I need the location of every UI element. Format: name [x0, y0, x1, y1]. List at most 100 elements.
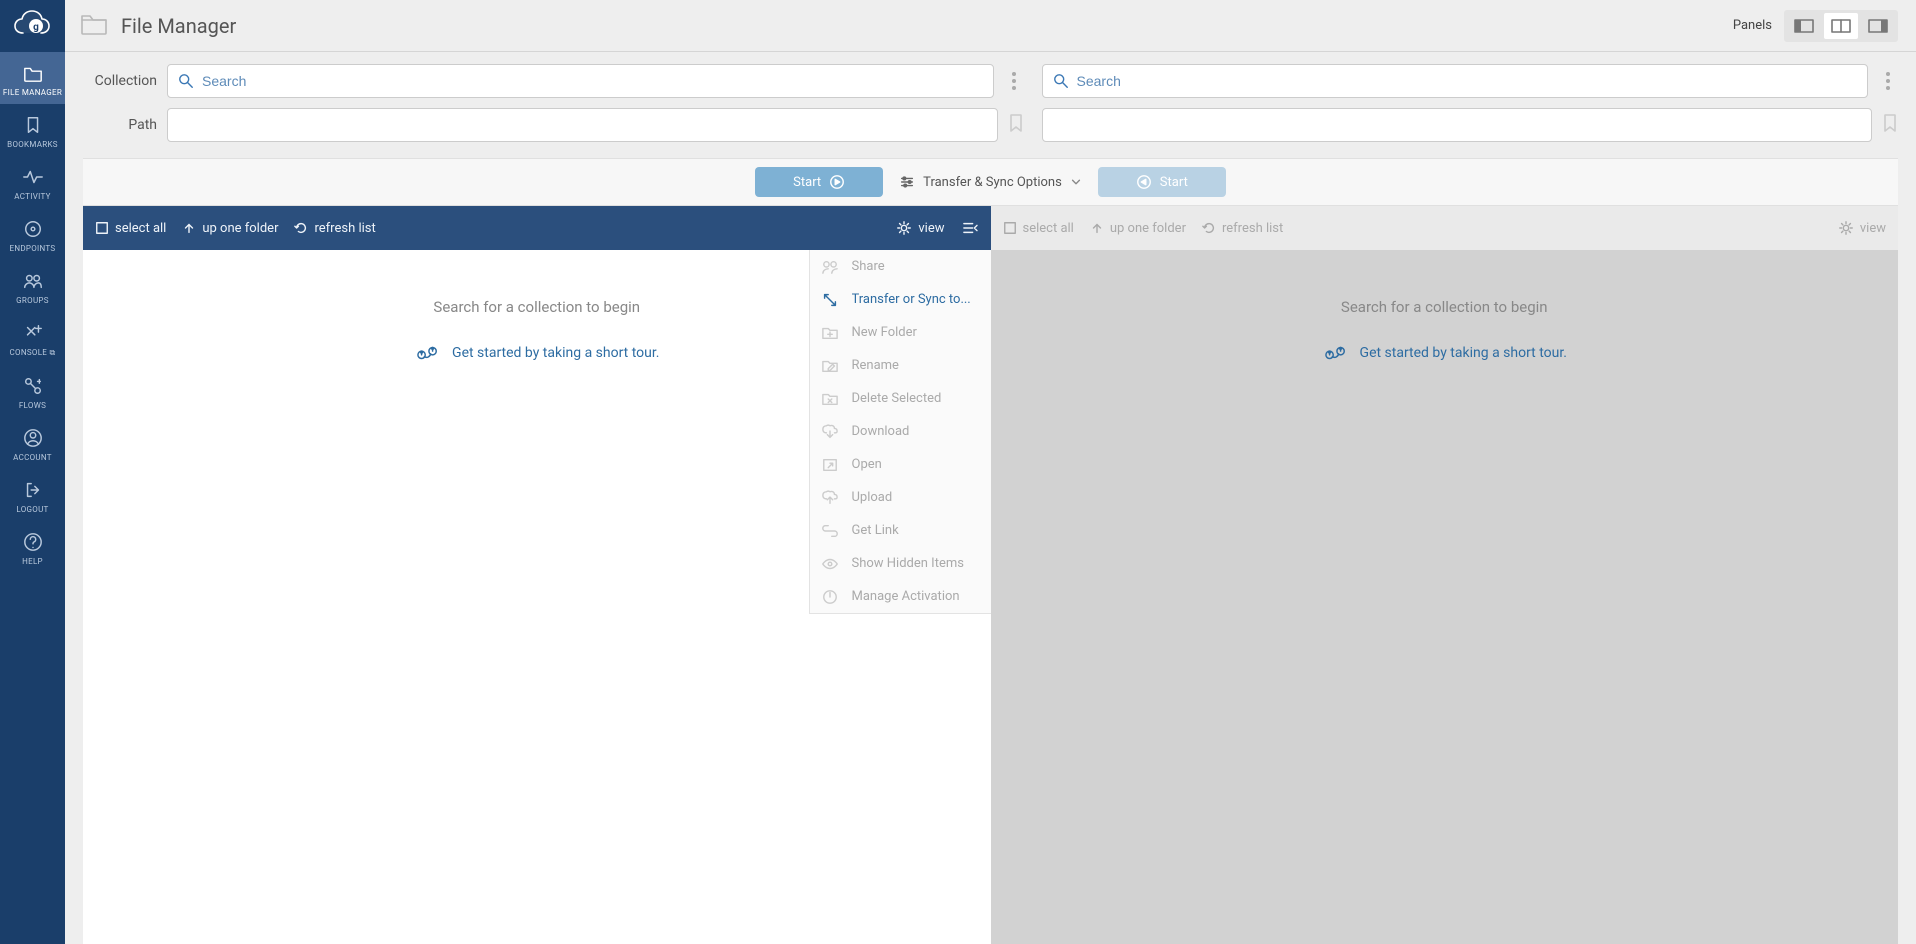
- more-menu-right[interactable]: [1878, 72, 1898, 90]
- view-options-button[interactable]: view: [896, 220, 944, 236]
- menu-delete[interactable]: Delete Selected: [810, 382, 991, 415]
- left-toolbar: select all up one folder refresh list vi…: [83, 206, 991, 250]
- menu-label: New Folder: [852, 325, 917, 340]
- console-icon: [22, 322, 44, 344]
- menu-label: Delete Selected: [852, 391, 942, 406]
- nav-bookmarks[interactable]: BOOKMARKS: [0, 104, 65, 156]
- start-label: Start: [793, 175, 821, 190]
- nav-label: LOGOUT: [16, 505, 48, 514]
- left-panel: select all up one folder refresh list vi…: [83, 206, 991, 944]
- nav-label: ACTIVITY: [14, 192, 50, 201]
- collapse-menu-button[interactable]: [961, 221, 979, 235]
- right-body: Search for a collection to begin Get sta…: [991, 250, 1899, 944]
- menu-share[interactable]: Share: [810, 250, 991, 283]
- menu-manage-activation[interactable]: Manage Activation: [810, 580, 991, 613]
- tour-label: Get started by taking a short tour.: [1360, 345, 1567, 361]
- transfer-icon: [820, 291, 840, 309]
- collection-search-input-right[interactable]: [1077, 73, 1858, 89]
- view-label: view: [918, 221, 944, 236]
- link-icon: [820, 525, 840, 537]
- nav-file-manager[interactable]: FILE MANAGER: [0, 52, 65, 104]
- bookmark-path-left[interactable]: [1008, 113, 1024, 137]
- menu-label: Upload: [852, 490, 893, 505]
- nav-label: FILE MANAGER: [3, 88, 62, 97]
- nav-label: ACCOUNT: [13, 453, 52, 462]
- select-all-label: select all: [1023, 221, 1074, 236]
- collection-search-input-left[interactable]: [202, 73, 983, 89]
- up-one-folder-button[interactable]: up one folder: [1090, 221, 1186, 236]
- panel-dual-button[interactable]: [1824, 13, 1858, 39]
- panel-toggle: [1784, 10, 1898, 42]
- app-logo: g: [0, 0, 65, 52]
- open-icon: [820, 457, 840, 473]
- nav-account[interactable]: ACCOUNT: [0, 417, 65, 469]
- nav-groups[interactable]: GROUPS: [0, 260, 65, 312]
- power-icon: [820, 589, 840, 605]
- collection-label: Collection: [83, 73, 157, 89]
- nav-label: HELP: [22, 557, 43, 566]
- nav-help[interactable]: HELP: [0, 521, 65, 573]
- panel-single-left-button[interactable]: [1787, 13, 1821, 39]
- eye-icon: [820, 557, 840, 571]
- page-header: File Manager Panels: [65, 0, 1916, 52]
- share-icon: [820, 259, 840, 275]
- right-toolbar: select all up one folder refresh list vi…: [991, 206, 1899, 250]
- user-icon: [22, 427, 44, 449]
- menu-label: Download: [852, 424, 910, 439]
- select-all-button[interactable]: select all: [95, 221, 166, 236]
- nav-activity[interactable]: ACTIVITY: [0, 156, 65, 208]
- empty-message: Search for a collection to begin: [433, 298, 640, 316]
- nav-console[interactable]: CONSOLE ⧉: [0, 312, 65, 365]
- menu-new-folder[interactable]: New Folder: [810, 316, 991, 349]
- nav-logout[interactable]: LOGOUT: [0, 469, 65, 521]
- collection-search-right[interactable]: [1042, 64, 1869, 98]
- menu-label: Share: [852, 259, 885, 274]
- tour-link[interactable]: Get started by taking a short tour.: [414, 342, 659, 364]
- refresh-label: refresh list: [314, 221, 375, 236]
- menu-open[interactable]: Open: [810, 448, 991, 481]
- menu-transfer-sync[interactable]: Transfer or Sync to...: [810, 283, 991, 316]
- menu-download[interactable]: Download: [810, 415, 991, 448]
- menu-upload[interactable]: Upload: [810, 481, 991, 514]
- refresh-button[interactable]: refresh list: [294, 221, 375, 236]
- transfer-options-button[interactable]: Transfer & Sync Options: [899, 174, 1082, 190]
- nav-label: ENDPOINTS: [10, 244, 56, 253]
- tour-link[interactable]: Get started by taking a short tour.: [1322, 342, 1567, 364]
- start-transfer-right-button[interactable]: Start: [1098, 167, 1226, 197]
- file-columns: select all up one folder refresh list vi…: [83, 206, 1898, 944]
- up-one-folder-button[interactable]: up one folder: [182, 221, 278, 236]
- select-all-button[interactable]: select all: [1003, 221, 1074, 236]
- collection-search-left[interactable]: [167, 64, 994, 98]
- left-body: Search for a collection to begin Get sta…: [83, 250, 991, 944]
- up-one-label: up one folder: [1110, 221, 1186, 236]
- view-menu: Share Transfer or Sync to... New Folder …: [809, 250, 991, 614]
- nav-label: CONSOLE ⧉: [10, 348, 56, 358]
- path-input-right[interactable]: [1042, 108, 1873, 142]
- panels-label: Panels: [1733, 18, 1772, 33]
- menu-get-link[interactable]: Get Link: [810, 514, 991, 547]
- select-all-label: select all: [115, 221, 166, 236]
- menu-rename[interactable]: Rename: [810, 349, 991, 382]
- search-icon: [1053, 73, 1069, 89]
- start-transfer-left-button[interactable]: Start: [755, 167, 883, 197]
- rename-icon: [820, 358, 840, 374]
- menu-label: Manage Activation: [852, 589, 960, 604]
- menu-label: Transfer or Sync to...: [852, 292, 971, 307]
- refresh-button[interactable]: refresh list: [1202, 221, 1283, 236]
- flows-icon: [22, 375, 44, 397]
- transfer-options-label: Transfer & Sync Options: [923, 175, 1062, 190]
- main: File Manager Panels Collection: [65, 0, 1916, 944]
- path-input-left[interactable]: [167, 108, 998, 142]
- menu-show-hidden[interactable]: Show Hidden Items: [810, 547, 991, 580]
- menu-label: Get Link: [852, 523, 899, 538]
- refresh-label: refresh list: [1222, 221, 1283, 236]
- transfer-bar: Start Transfer & Sync Options Start: [83, 158, 1898, 206]
- start-label: Start: [1160, 175, 1188, 190]
- newfolder-icon: [820, 325, 840, 341]
- nav-endpoints[interactable]: ENDPOINTS: [0, 208, 65, 260]
- panel-single-right-button[interactable]: [1861, 13, 1895, 39]
- nav-flows[interactable]: FLOWS: [0, 365, 65, 417]
- bookmark-path-right[interactable]: [1882, 113, 1898, 137]
- more-menu-left[interactable]: [1004, 72, 1024, 90]
- view-options-button[interactable]: view: [1838, 220, 1886, 236]
